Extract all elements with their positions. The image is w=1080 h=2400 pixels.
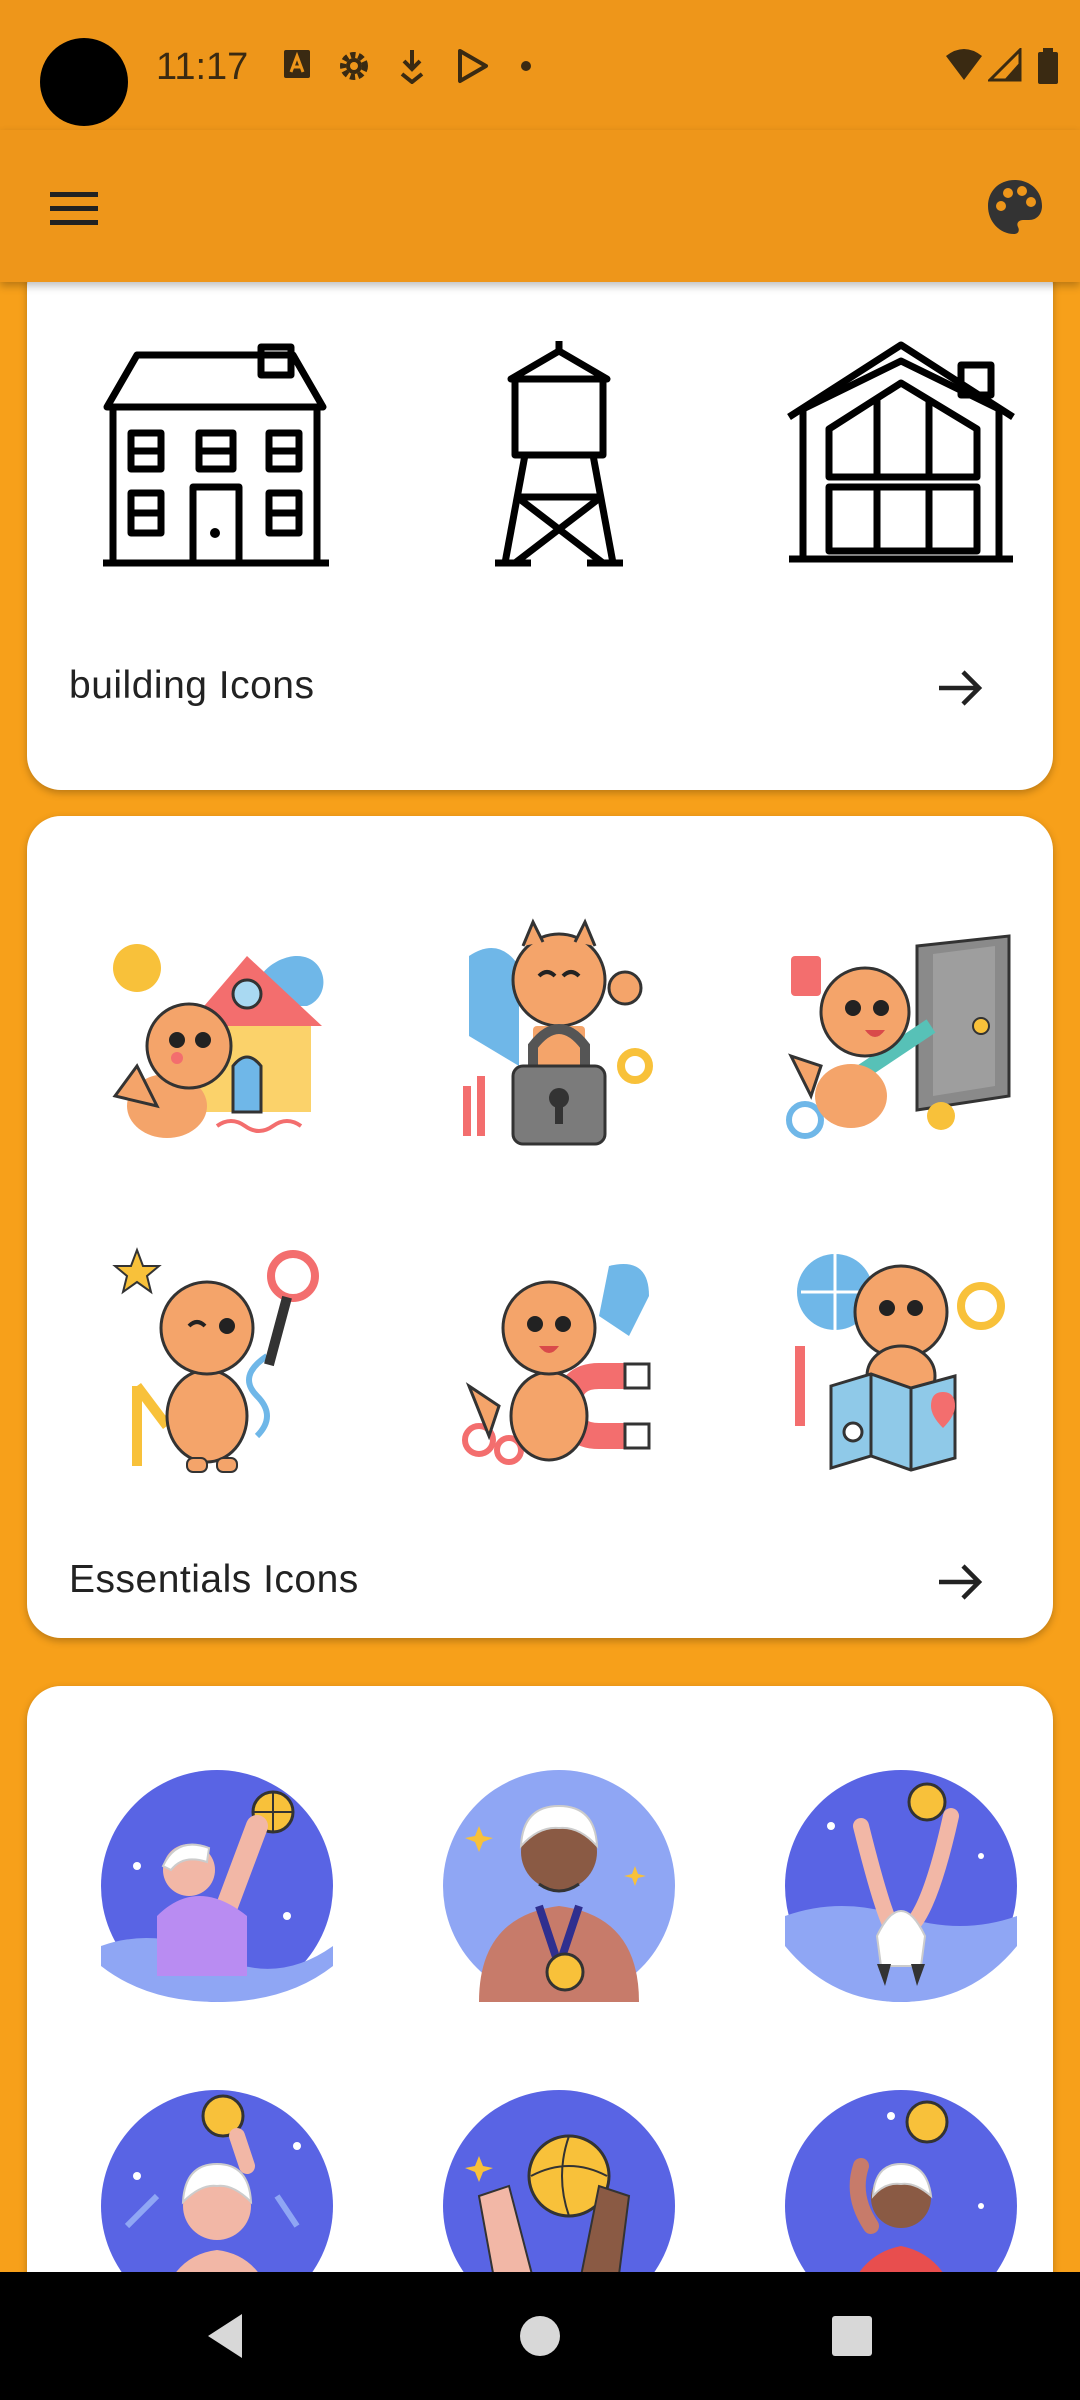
recents-icon[interactable] bbox=[820, 2304, 884, 2368]
fox-magic-wand-sticker bbox=[97, 1236, 337, 1476]
icon-pack-list[interactable]: building Icons Essentials Icons bbox=[0, 282, 1080, 2272]
fox-lock-sticker bbox=[439, 916, 679, 1156]
fox-door-sticker bbox=[781, 916, 1021, 1156]
a-box-icon bbox=[284, 50, 310, 78]
dot-icon bbox=[521, 61, 531, 71]
icon-pack-card-essentials[interactable]: Essentials Icons bbox=[27, 816, 1053, 1638]
icon-pack-title: Essentials Icons bbox=[69, 1558, 359, 1601]
icon-pack-card-water-polo[interactable] bbox=[27, 1686, 1053, 2272]
barn-icon bbox=[781, 337, 1021, 577]
high-five-icon bbox=[439, 2086, 679, 2272]
arrow-forward-icon[interactable] bbox=[933, 1554, 989, 1610]
water-tower-icon bbox=[439, 337, 679, 577]
wifi-icon bbox=[946, 49, 982, 80]
fox-house-sticker bbox=[97, 916, 337, 1156]
palette-icon[interactable] bbox=[984, 176, 1046, 238]
icon-pack-card-building[interactable]: building Icons bbox=[27, 282, 1053, 790]
ball-raise-icon bbox=[97, 2086, 337, 2272]
signal-icon bbox=[988, 48, 1022, 82]
camera-cutout bbox=[40, 38, 128, 126]
ball-catch-icon bbox=[781, 1766, 1021, 2006]
water-polo-player-icon bbox=[97, 1766, 337, 2006]
hamburger-menu-icon[interactable] bbox=[44, 178, 104, 238]
app-bar bbox=[0, 130, 1080, 282]
play-store-icon bbox=[458, 49, 488, 83]
battery-icon bbox=[1038, 48, 1058, 84]
icon-pack-title: building Icons bbox=[69, 664, 315, 707]
house-icon bbox=[97, 337, 337, 577]
download-icon bbox=[400, 50, 424, 84]
medal-winner-icon bbox=[439, 1766, 679, 2006]
status-bar: 11:17 bbox=[0, 0, 1080, 130]
home-icon[interactable] bbox=[508, 2304, 572, 2368]
navigation-bar bbox=[0, 2272, 1080, 2400]
swimmer-ball-icon bbox=[781, 2086, 1021, 2272]
settings-icon bbox=[340, 52, 368, 80]
status-time: 11:17 bbox=[156, 46, 249, 88]
arrow-forward-icon[interactable] bbox=[933, 660, 989, 716]
fox-magnet-sticker bbox=[439, 1236, 679, 1476]
back-icon[interactable] bbox=[194, 2304, 258, 2368]
fox-map-sticker bbox=[781, 1236, 1021, 1476]
